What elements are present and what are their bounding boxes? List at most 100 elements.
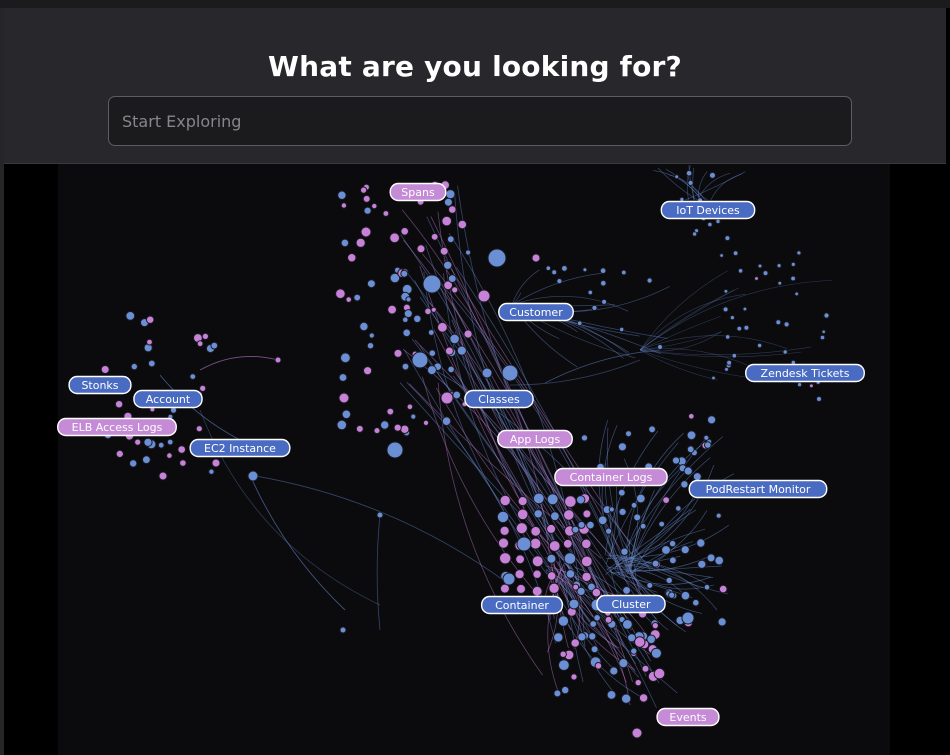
- graph-node[interactable]: [338, 392, 350, 404]
- graph-node[interactable]: [129, 459, 138, 468]
- graph-node[interactable]: [516, 508, 529, 521]
- graph-node[interactable]: [389, 232, 401, 244]
- graph-node[interactable]: [604, 615, 613, 624]
- graph-node[interactable]: [553, 632, 564, 643]
- graph-node[interactable]: [638, 693, 649, 703]
- graph-node[interactable]: [582, 267, 588, 273]
- graph-node[interactable]: [715, 512, 722, 519]
- graph-node[interactable]: [347, 253, 357, 263]
- graph-node[interactable]: [373, 427, 381, 435]
- graph-node[interactable]: [410, 413, 417, 420]
- graph-node[interactable]: [340, 352, 351, 364]
- graph-node[interactable]: [715, 218, 721, 225]
- graph-node[interactable]: [717, 617, 727, 627]
- graph-node[interactable]: [546, 523, 557, 534]
- graph-node[interactable]: [189, 373, 197, 381]
- graph-node[interactable]: [674, 174, 680, 180]
- graph-node[interactable]: [686, 430, 697, 441]
- graph-node[interactable]: [580, 555, 593, 568]
- graph-node[interactable]: [559, 650, 567, 658]
- graph-node[interactable]: [457, 219, 468, 230]
- graph-node[interactable]: [499, 494, 511, 507]
- graph-node[interactable]: [683, 466, 693, 476]
- graph-node[interactable]: [622, 586, 631, 595]
- graph-node[interactable]: [386, 441, 404, 459]
- graph-node[interactable]: [669, 556, 677, 565]
- graph-node[interactable]: [816, 396, 822, 402]
- graph-node[interactable]: [115, 449, 124, 458]
- graph-node[interactable]: [199, 384, 207, 392]
- graph-node[interactable]: [134, 438, 142, 446]
- graph-node[interactable]: [355, 424, 364, 433]
- graph-label-cluster[interactable]: Cluster: [596, 594, 666, 614]
- graph-node[interactable]: [449, 333, 460, 345]
- graph-node[interactable]: [441, 215, 453, 227]
- graph-node[interactable]: [561, 685, 570, 695]
- graph-node[interactable]: [726, 359, 733, 366]
- graph-node[interactable]: [576, 320, 583, 327]
- graph-node[interactable]: [703, 434, 710, 441]
- graph-node[interactable]: [564, 495, 577, 508]
- graph-node[interactable]: [177, 445, 186, 454]
- graph-node[interactable]: [609, 666, 619, 676]
- graph-node[interactable]: [338, 373, 348, 382]
- graph-node[interactable]: [731, 352, 738, 359]
- graph-node[interactable]: [422, 274, 442, 294]
- graph-node[interactable]: [593, 614, 601, 622]
- graph-node[interactable]: [576, 586, 586, 597]
- graph-node[interactable]: [797, 382, 803, 388]
- graph-node[interactable]: [618, 507, 627, 516]
- graph-node[interactable]: [366, 279, 376, 289]
- graph-node[interactable]: [387, 304, 398, 315]
- graph-node[interactable]: [729, 315, 736, 321]
- graph-node[interactable]: [125, 311, 136, 321]
- graph-node[interactable]: [400, 269, 409, 278]
- graph-node[interactable]: [648, 425, 656, 434]
- graph-node[interactable]: [620, 547, 629, 556]
- graph-node[interactable]: [545, 265, 552, 272]
- graph-node[interactable]: [722, 306, 729, 313]
- graph-node[interactable]: [823, 312, 830, 319]
- graph-node[interactable]: [685, 169, 693, 177]
- search-input[interactable]: [108, 96, 852, 146]
- graph-node[interactable]: [661, 545, 671, 555]
- graph-node[interactable]: [406, 403, 414, 411]
- graph-node[interactable]: [686, 445, 695, 454]
- graph-node[interactable]: [563, 509, 575, 521]
- graph-label-events[interactable]: Events: [656, 707, 720, 727]
- graph-node[interactable]: [548, 540, 561, 552]
- graph-node[interactable]: [582, 509, 592, 519]
- graph-node[interactable]: [368, 332, 375, 339]
- graph-node[interactable]: [782, 349, 788, 355]
- graph-node[interactable]: [337, 190, 347, 200]
- graph-node[interactable]: [594, 662, 603, 670]
- graph-node[interactable]: [499, 552, 512, 565]
- graph-node[interactable]: [680, 480, 689, 489]
- graph-node[interactable]: [687, 179, 694, 186]
- graph-node[interactable]: [651, 622, 659, 630]
- graph-label-account[interactable]: Account: [133, 389, 203, 409]
- graph-node[interactable]: [762, 270, 769, 277]
- graph-label-elb-access-logs[interactable]: ELB Access Logs: [57, 417, 177, 437]
- graph-node[interactable]: [757, 263, 763, 269]
- graph-node[interactable]: [620, 269, 627, 276]
- graph-node[interactable]: [732, 250, 739, 257]
- graph-node[interactable]: [568, 598, 580, 610]
- graph-node[interactable]: [400, 227, 410, 236]
- graph-node[interactable]: [691, 231, 698, 237]
- graph-node[interactable]: [355, 237, 366, 248]
- graph-node[interactable]: [195, 425, 203, 433]
- graph-node[interactable]: [336, 419, 348, 431]
- graph-node[interactable]: [581, 538, 592, 550]
- graph-node[interactable]: [166, 438, 174, 446]
- graph-node[interactable]: [502, 572, 516, 586]
- graph-node[interactable]: [742, 306, 748, 312]
- graph-node[interactable]: [515, 554, 525, 565]
- graph-label-stonks[interactable]: Stonks: [68, 375, 132, 395]
- graph-node[interactable]: [114, 400, 124, 409]
- graph-node[interactable]: [146, 338, 153, 346]
- graph-node[interactable]: [790, 275, 796, 282]
- graph-node[interactable]: [706, 553, 716, 563]
- graph-node[interactable]: [146, 315, 155, 324]
- graph-node[interactable]: [439, 246, 449, 256]
